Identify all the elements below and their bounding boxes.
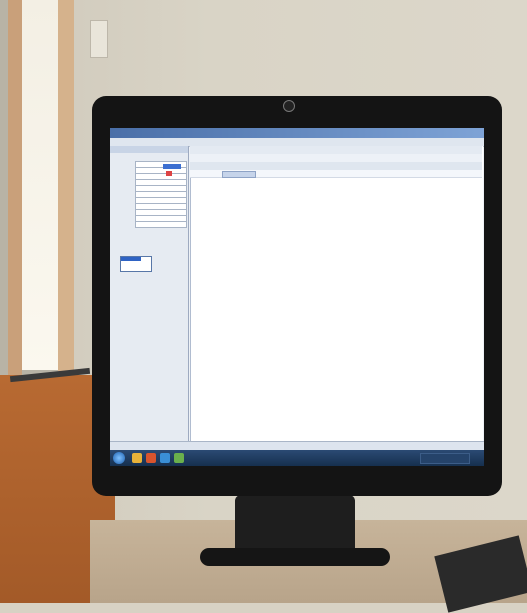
door-edge <box>8 0 22 380</box>
wall-switch <box>90 20 108 58</box>
start-button-icon[interactable] <box>113 452 125 464</box>
selected-dropdown[interactable] <box>163 164 181 169</box>
red-flag-icon <box>166 171 172 176</box>
left-panel-header <box>110 146 188 153</box>
main-pane <box>190 146 483 441</box>
explorer-icon[interactable] <box>132 453 142 463</box>
monitor-base <box>200 548 390 566</box>
monitor-stand <box>235 495 355 555</box>
door-panel <box>58 0 74 390</box>
form-field[interactable] <box>135 221 187 228</box>
monitor-screen <box>110 128 484 466</box>
status-bar <box>110 441 484 450</box>
pager-buttons[interactable] <box>222 171 256 178</box>
system-tray[interactable] <box>420 453 470 464</box>
media-icon[interactable] <box>146 453 156 463</box>
listbox-selected-item[interactable] <box>121 257 141 261</box>
app-titlebar <box>110 128 484 138</box>
app-icon[interactable] <box>174 453 184 463</box>
browser-icon[interactable] <box>160 453 170 463</box>
webcam-icon <box>283 100 295 112</box>
